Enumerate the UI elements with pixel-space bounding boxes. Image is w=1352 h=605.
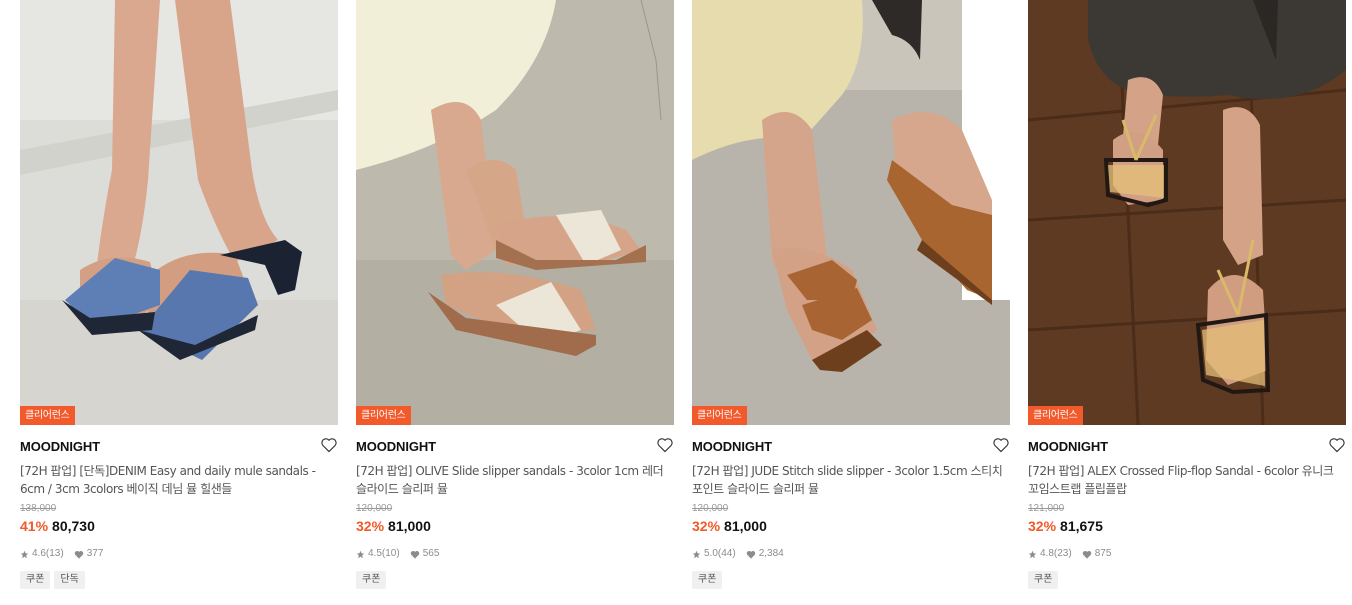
product-info: MOODNIGHT [72H 팝업] JUDE Stitch slide sli…	[692, 425, 1010, 589]
brand-name[interactable]: MOODNIGHT	[356, 439, 674, 455]
star-icon	[356, 550, 365, 558]
product-card[interactable]: 클리어런스 MOODNIGHT [72H 팝업] JUDE Stitch sli…	[692, 0, 1010, 605]
price-row: 41% 80,730	[20, 518, 338, 535]
price-row: 32% 81,000	[692, 518, 1010, 535]
denim-mule-photo	[20, 0, 338, 425]
like-count: 2,384	[758, 548, 784, 559]
sale-price: 81,000	[388, 518, 431, 534]
heart-icon[interactable]	[1328, 437, 1346, 453]
rating-value: 4.6	[32, 548, 46, 559]
product-title[interactable]: [72H 팝업] JUDE Stitch slide slipper - 3co…	[692, 462, 1010, 498]
original-price: 138,000	[20, 503, 57, 514]
heart-filled-icon	[410, 550, 419, 559]
original-price: 120,000	[356, 503, 393, 514]
discount-rate: 32%	[692, 518, 721, 534]
product-card[interactable]: 클리어런스 MOODNIGHT [72H 팝업] OLIVE Slide sli…	[356, 0, 674, 605]
clearance-badge: 클리어런스	[356, 406, 411, 425]
heart-filled-icon	[74, 550, 83, 559]
star-icon	[1028, 550, 1037, 558]
product-stats: 4.8 (23) 875	[1028, 548, 1346, 560]
review-count: (10)	[381, 548, 400, 559]
rating-value: 5.0	[704, 548, 718, 559]
original-price: 120,000	[692, 503, 729, 514]
product-image[interactable]: 클리어런스	[1028, 0, 1346, 425]
ivory-slide-photo	[356, 0, 674, 425]
discount-rate: 32%	[356, 518, 385, 534]
product-image[interactable]: 클리어런스	[356, 0, 674, 425]
product-image[interactable]: 클리어런스	[692, 0, 1010, 425]
heart-icon[interactable]	[992, 437, 1010, 453]
like-count: 565	[422, 548, 440, 559]
review-count: (23)	[1053, 548, 1072, 559]
review-count: (44)	[717, 548, 736, 559]
heart-icon[interactable]	[656, 437, 674, 453]
sale-price: 81,000	[724, 518, 767, 534]
tag-list: 쿠폰	[692, 571, 1010, 589]
clearance-badge: 클리어런스	[20, 406, 75, 425]
brand-name[interactable]: MOODNIGHT	[1028, 439, 1346, 455]
rating-value: 4.5	[368, 548, 382, 559]
product-stats: 5.0 (44) 2,384	[692, 548, 1010, 560]
product-stats: 4.5 (10) 565	[356, 548, 674, 560]
price-row: 32% 81,675	[1028, 518, 1346, 535]
review-count: (13)	[45, 548, 64, 559]
product-image[interactable]: 클리어런스	[20, 0, 338, 425]
product-title[interactable]: [72H 팝업] ALEX Crossed Flip-flop Sandal -…	[1028, 462, 1346, 498]
brand-name[interactable]: MOODNIGHT	[692, 439, 1010, 455]
product-info: MOODNIGHT [72H 팝업] [단독]DENIM Easy and da…	[20, 425, 338, 589]
product-stats: 4.6 (13) 377	[20, 548, 338, 560]
discount-rate: 41%	[20, 518, 49, 534]
tag-list: 쿠폰 단독	[20, 571, 338, 589]
product-title[interactable]: [72H 팝업] OLIVE Slide slipper sandals - 3…	[356, 462, 674, 498]
clearance-badge: 클리어런스	[692, 406, 747, 425]
brand-name[interactable]: MOODNIGHT	[20, 439, 338, 455]
discount-rate: 32%	[1028, 518, 1057, 534]
clearance-badge: 클리어런스	[1028, 406, 1083, 425]
tag-list: 쿠폰	[1028, 571, 1346, 589]
product-info: MOODNIGHT [72H 팝업] ALEX Crossed Flip-flo…	[1028, 425, 1346, 589]
tag-list: 쿠폰	[356, 571, 674, 589]
coupon-tag: 쿠폰	[1028, 571, 1059, 589]
price-row: 32% 81,000	[356, 518, 674, 535]
exclusive-tag: 단독	[54, 571, 85, 589]
original-price: 121,000	[1028, 503, 1065, 514]
heart-filled-icon	[746, 550, 755, 559]
coupon-tag: 쿠폰	[692, 571, 723, 589]
product-grid: 클리어런스 MOODNIGHT [72H 팝업] [단독]DENIM Easy …	[0, 0, 1352, 605]
rating-value: 4.8	[1040, 548, 1054, 559]
product-title[interactable]: [72H 팝업] [단독]DENIM Easy and daily mule s…	[20, 462, 338, 498]
coupon-tag: 쿠폰	[356, 571, 387, 589]
sale-price: 80,730	[52, 518, 95, 534]
product-card[interactable]: 클리어런스 MOODNIGHT [72H 팝업] [단독]DENIM Easy …	[20, 0, 338, 605]
product-info: MOODNIGHT [72H 팝업] OLIVE Slide slipper s…	[356, 425, 674, 589]
coupon-tag: 쿠폰	[20, 571, 51, 589]
star-icon	[692, 550, 701, 558]
star-icon	[20, 550, 29, 558]
brown-stitch-slide-photo	[692, 0, 1010, 425]
like-count: 875	[1094, 548, 1112, 559]
heart-icon[interactable]	[320, 437, 338, 453]
like-count: 377	[86, 548, 104, 559]
product-card[interactable]: 클리어런스 MOODNIGHT [72H 팝업] ALEX Crossed Fl…	[1028, 0, 1346, 605]
heart-filled-icon	[1082, 550, 1091, 559]
sale-price: 81,675	[1060, 518, 1103, 534]
yellow-flipflop-photo	[1028, 0, 1346, 425]
